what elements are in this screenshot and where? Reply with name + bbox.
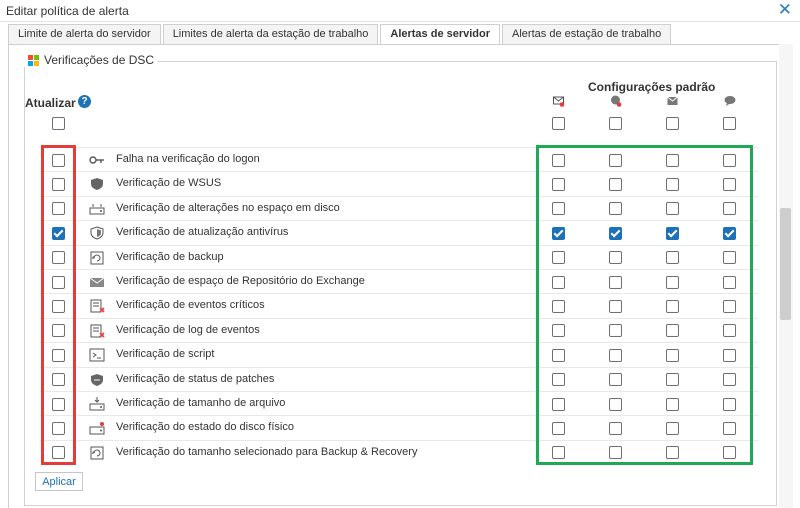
event-log-error-icon: [90, 299, 105, 313]
scrollbar-thumb[interactable]: [780, 208, 791, 320]
check-label: Verificação de backup: [116, 250, 224, 263]
section-legend: Verificações de DSC: [24, 53, 159, 67]
windows-logo-icon: [28, 54, 39, 66]
title-bar: Editar política de alerta ✕: [0, 0, 800, 22]
check-label: Falha na verificação do logon: [116, 153, 260, 165]
tab-server-alerts[interactable]: Alertas de servidor: [380, 24, 501, 45]
chat-bubble-icon: [724, 96, 736, 106]
apply-button[interactable]: Aplicar: [35, 472, 83, 491]
close-icon[interactable]: ✕: [778, 1, 792, 19]
email-alert-icon: [553, 96, 565, 107]
check-label: Verificação do estado do disco físico: [116, 421, 294, 434]
shield-icon: [91, 178, 103, 191]
select-all-default-col3-checkbox[interactable]: [666, 117, 679, 130]
tab-bar: Limite de alerta do servidor Limites de …: [8, 24, 673, 45]
check-label: Verificação de eventos críticos: [116, 299, 265, 312]
tab-server-alert-limits[interactable]: Limite de alerta do servidor: [8, 24, 161, 44]
disk-icon: [89, 203, 105, 215]
check-label: Verificação do tamanho selecionado para …: [116, 445, 418, 458]
check-label: Verificação de tamanho de arquivo: [116, 397, 286, 409]
check-label: Verificação de script: [116, 348, 215, 361]
check-label: Verificação de alterações no espaço em d…: [116, 201, 340, 214]
tab-workstation-alerts[interactable]: Alertas de estação de trabalho: [502, 24, 672, 44]
check-label: Verificação de status de patches: [116, 372, 275, 385]
select-all-default-col4-checkbox[interactable]: [723, 117, 736, 130]
select-all-update-checkbox[interactable]: [52, 117, 65, 130]
key-icon: [89, 156, 104, 164]
update-column-label: Atualizar: [25, 96, 76, 110]
ticket-alert-icon: [611, 95, 622, 107]
event-log-icon: [90, 324, 105, 338]
default-settings-title: Configurações padrão: [588, 80, 716, 94]
backup-icon: [90, 251, 104, 265]
file-size-disk-icon: [89, 397, 105, 411]
section-title: Verificações de DSC: [44, 53, 155, 67]
email-summary-icon: [667, 96, 678, 105]
antivirus-shield-icon: [90, 226, 104, 240]
select-all-default-col2-checkbox[interactable]: [609, 117, 622, 130]
check-label: Verificação de espaço de Repositório do …: [116, 275, 365, 287]
default-settings-highlight: [536, 145, 753, 465]
help-icon[interactable]: ?: [78, 95, 91, 108]
tab-workstation-alert-limits[interactable]: Limites de alerta da estação de trabalho: [162, 24, 379, 44]
check-label: Verificação de WSUS: [116, 177, 222, 190]
check-label: Verificação de log de eventos: [116, 323, 260, 336]
script-console-icon: [89, 348, 105, 362]
envelope-icon: [89, 277, 105, 287]
patch-shield-icon: [91, 373, 103, 386]
select-all-default-col1-checkbox[interactable]: [552, 117, 565, 130]
backup-recovery-icon: [90, 446, 104, 460]
physical-disk-icon: [89, 422, 105, 435]
update-column-highlight: [41, 145, 76, 465]
dialog-title: Editar política de alerta: [6, 4, 129, 18]
check-label: Verificação de atualização antivírus: [116, 226, 289, 239]
